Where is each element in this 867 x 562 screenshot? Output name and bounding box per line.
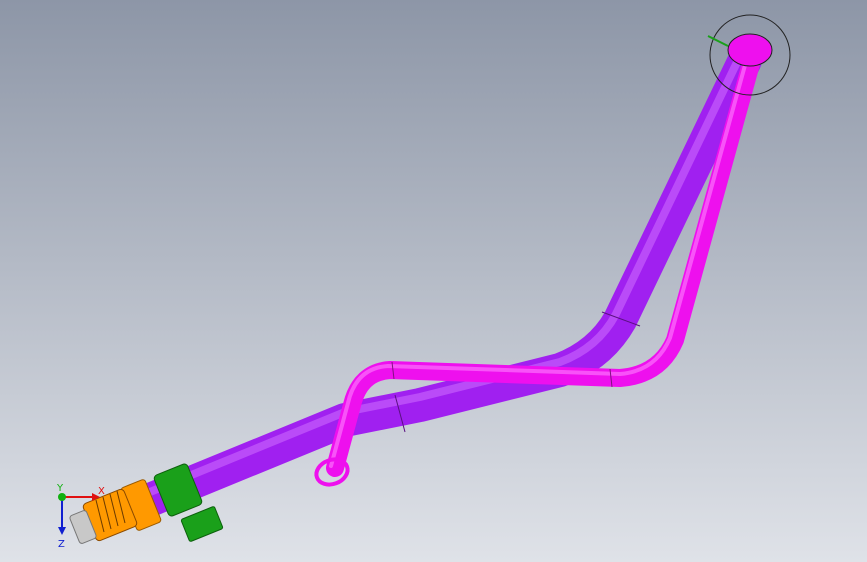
graphics-viewport[interactable]: X Y Z bbox=[0, 0, 867, 562]
end-cap-face bbox=[727, 33, 773, 67]
cad-scene[interactable]: X Y Z bbox=[0, 0, 867, 562]
triad-y-axis bbox=[58, 493, 66, 501]
triad-y-label: Y bbox=[56, 483, 64, 494]
triad-x-label: X bbox=[98, 486, 105, 497]
triad-z-label: Z bbox=[58, 539, 65, 550]
